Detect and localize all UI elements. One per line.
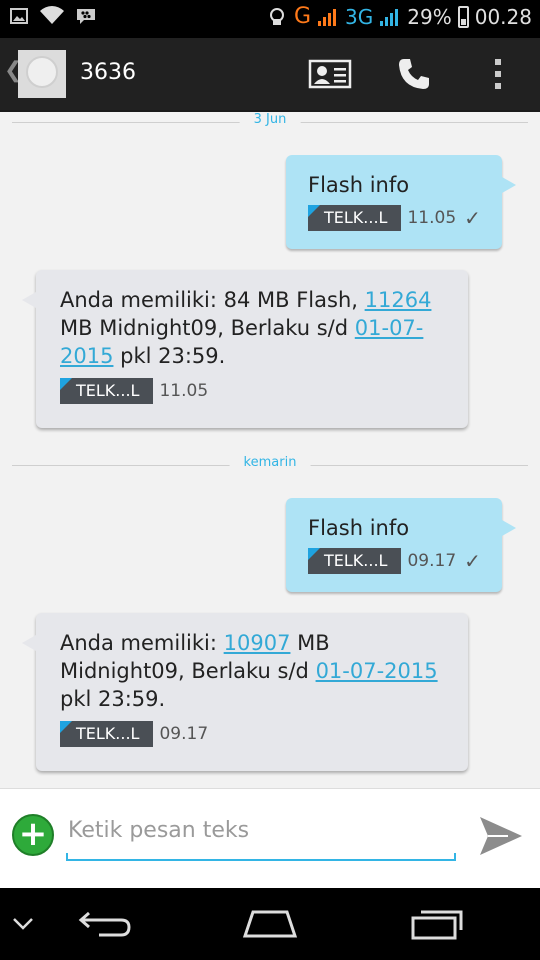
status-bar: G 3G 29% 00.28 bbox=[0, 0, 540, 38]
add-attachment-button[interactable]: + bbox=[12, 814, 54, 856]
send-button[interactable] bbox=[478, 813, 524, 859]
send-icon bbox=[480, 817, 522, 855]
number-link[interactable]: 10907 bbox=[224, 631, 291, 655]
message-text: Flash info bbox=[308, 173, 410, 197]
message-time: 09.17 bbox=[407, 551, 457, 571]
contact-card-icon[interactable] bbox=[306, 52, 354, 96]
default-avatar-icon bbox=[26, 56, 58, 88]
back-icon[interactable] bbox=[76, 906, 134, 942]
network-3g-indicator: 3G bbox=[345, 4, 374, 29]
date-label: 3 Jun bbox=[239, 112, 301, 127]
network-g-indicator: G bbox=[293, 4, 312, 29]
message-time: 09.17 bbox=[159, 724, 209, 744]
outgoing-message[interactable]: Flash info TELK...L 11.05 ✓ bbox=[286, 155, 516, 249]
clock: 00.28 bbox=[474, 4, 532, 29]
sim-badge: TELK...L bbox=[60, 721, 154, 747]
battery-percentage: 29% bbox=[407, 4, 452, 29]
input-underline bbox=[66, 853, 456, 861]
delivered-check-icon: ✓ bbox=[464, 206, 481, 230]
overflow-menu-icon[interactable] bbox=[474, 52, 522, 96]
navigation-bar bbox=[0, 888, 540, 960]
delivered-check-icon: ✓ bbox=[464, 549, 481, 573]
outgoing-message[interactable]: Flash info TELK...L 09.17 ✓ bbox=[286, 498, 516, 592]
bbm-icon bbox=[77, 9, 95, 24]
message-text: Flash info bbox=[308, 516, 410, 540]
message-time: 11.05 bbox=[159, 381, 209, 401]
number-link[interactable]: 11264 bbox=[365, 288, 432, 312]
action-bar: ❮ 3636 bbox=[0, 38, 540, 112]
date-separator: 3 Jun bbox=[12, 112, 528, 132]
signal-orange-icon bbox=[318, 8, 337, 26]
status-indicators: G 3G 29% 00.28 bbox=[266, 4, 532, 29]
sim-badge: TELK...L bbox=[60, 378, 154, 404]
message-time: 11.05 bbox=[407, 208, 457, 228]
date-link[interactable]: 01-07-2015 bbox=[316, 659, 438, 683]
signal-blue-icon bbox=[380, 8, 399, 26]
conversation-list[interactable]: 3 Jun Flash info TELK...L 11.05 ✓ Anda m… bbox=[0, 110, 540, 788]
android-robot-icon bbox=[269, 7, 284, 25]
date-label: kemarin bbox=[229, 455, 311, 470]
phone-icon[interactable] bbox=[390, 52, 438, 96]
wifi-icon bbox=[40, 6, 64, 25]
battery-icon bbox=[457, 5, 469, 28]
incoming-message[interactable]: Anda memiliki: 10907 MB Midnight09, Berl… bbox=[22, 613, 468, 771]
sim-badge: TELK...L bbox=[308, 548, 402, 574]
message-text: Anda memiliki: 10907 MB Midnight09, Berl… bbox=[60, 631, 438, 711]
home-icon[interactable] bbox=[240, 906, 300, 942]
contact-avatar[interactable] bbox=[18, 50, 66, 98]
recents-icon[interactable] bbox=[408, 906, 466, 942]
message-text: Anda memiliki: 84 MB Flash, 11264 MB Mid… bbox=[60, 288, 432, 368]
message-input[interactable] bbox=[66, 805, 460, 855]
sim-badge: TELK...L bbox=[308, 205, 402, 231]
plus-icon: + bbox=[18, 814, 48, 855]
date-separator: kemarin bbox=[12, 455, 528, 475]
compose-bar: + bbox=[0, 788, 540, 889]
gallery-notification-icon bbox=[10, 8, 28, 24]
hide-keyboard-icon[interactable] bbox=[8, 906, 38, 942]
conversation-title: 3636 bbox=[80, 60, 136, 85]
incoming-message[interactable]: Anda memiliki: 84 MB Flash, 11264 MB Mid… bbox=[22, 270, 468, 428]
notification-icons bbox=[10, 6, 96, 26]
